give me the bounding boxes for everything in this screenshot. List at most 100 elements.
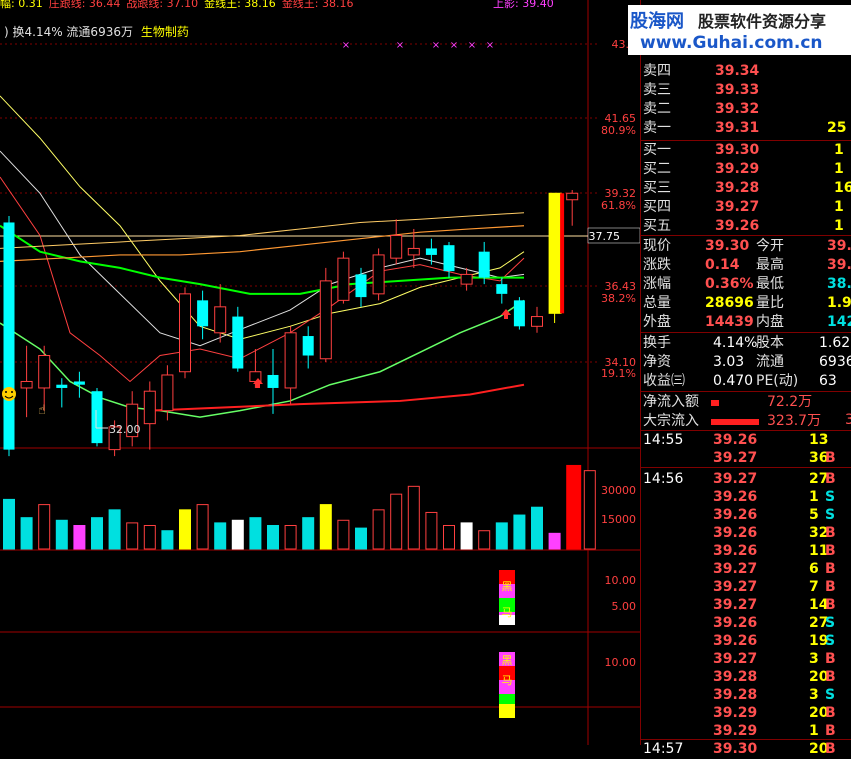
ask-row[interactable]: 卖一 39.31 25: [641, 119, 851, 138]
flow-bar: [711, 400, 719, 406]
tick-row[interactable]: 39.27 36 B: [641, 449, 851, 468]
volume-bar: [566, 464, 582, 550]
tick-row[interactable]: 39.27 6 B: [641, 560, 851, 579]
stat-row[interactable]: 涨幅 0.36%最低 38.9: [641, 275, 851, 294]
tick-row[interactable]: 39.28 3 S: [641, 686, 851, 705]
tick-time: 14:56: [643, 471, 684, 487]
tick-price: 39.27: [713, 651, 758, 667]
stat2-row[interactable]: 换手 4.14% 股本 1.62: [641, 334, 851, 353]
tick-row[interactable]: 14:56 39.27 27 B: [641, 470, 851, 489]
ask-price: 39.33: [715, 82, 760, 98]
stats2-divider: [641, 332, 851, 333]
stat-value: 39.30: [705, 238, 750, 254]
low-price-label: 32.00: [109, 423, 141, 436]
tick-row[interactable]: 39.26 27 S: [641, 614, 851, 633]
ask-price: 39.31: [715, 120, 760, 136]
tick-price: 39.29: [713, 705, 758, 721]
candle-body: [284, 332, 297, 389]
stat-value: 39.1: [827, 238, 851, 254]
tick-row[interactable]: 14:55 39.26 13: [641, 431, 851, 450]
bid-row[interactable]: 买五 39.26 1: [641, 217, 851, 236]
tick-price: 39.26: [713, 633, 758, 649]
candle-body: [337, 257, 350, 301]
stat-label: 外盘: [643, 314, 671, 330]
volume-bar: [3, 498, 15, 550]
flow-tail-value: 3: [845, 412, 851, 428]
volume-bar: [179, 509, 191, 550]
candle-body: [232, 316, 244, 369]
signal-marker: ×: [468, 40, 476, 51]
stock-subline: ) 换4.14% 流通6936万 生物制药: [4, 23, 189, 40]
flow-row[interactable]: 净流入额 72.2万: [641, 393, 851, 412]
ask-row[interactable]: 卖四 39.34: [641, 62, 851, 81]
stat2-row[interactable]: 收益㈢ 0.470 PE(动) 63: [641, 372, 851, 391]
bid-row[interactable]: 买三 39.28 16: [641, 179, 851, 198]
ask-row[interactable]: 卖三 39.33: [641, 81, 851, 100]
tick-row[interactable]: 39.26 11 B: [641, 542, 851, 561]
bid-row[interactable]: 买四 39.27 1: [641, 198, 851, 217]
tick-side: B: [825, 450, 836, 466]
bid-row[interactable]: 买二 39.29 1: [641, 160, 851, 179]
tick-row[interactable]: 39.26 19 S: [641, 632, 851, 651]
volume-bar: [513, 514, 526, 550]
sector-label[interactable]: 生物制药: [141, 25, 189, 39]
bid-label: 买二: [643, 161, 671, 177]
tick-price: 39.26: [713, 615, 758, 631]
ask-row[interactable]: 卖二 39.32: [641, 100, 851, 119]
stat-row[interactable]: 总量 28696 量比 1.9: [641, 294, 851, 313]
tick-volume: 3: [809, 687, 819, 703]
stat-row[interactable]: 外盘 14439内盘 1425: [641, 313, 851, 332]
kline-chart-area[interactable]: 43.9 41.65 80.9% 39.32 61.8% 37.75 36.43 38.2% 3…: [0, 0, 640, 745]
indicator-heima-label-2: 马: [502, 674, 513, 687]
tick-row[interactable]: 14:57 39.30 20 B: [641, 740, 851, 759]
volume-bar: [337, 519, 350, 550]
stat2-value: 63: [819, 373, 837, 389]
candle-body: [91, 391, 103, 444]
watermark-url-box: www.Guhai.com.cn: [628, 33, 851, 55]
candle-body: [143, 390, 156, 425]
candle-body: [513, 300, 525, 327]
stat-row[interactable]: 现价 39.30 今开 39.1: [641, 237, 851, 256]
tick-side: B: [825, 561, 836, 577]
stat2-row[interactable]: 净资 3.03 流通 6936: [641, 353, 851, 372]
indicator-axis-label: 10.00: [605, 656, 637, 669]
tick-row[interactable]: 39.29 20 B: [641, 704, 851, 723]
flow-label: 净流入额: [643, 394, 699, 410]
volume-bar: [73, 525, 86, 550]
ma-line-red: [0, 176, 525, 383]
stat-label: 内盘: [756, 314, 784, 330]
volume-bar: [20, 517, 33, 550]
tick-price: 39.27: [713, 471, 758, 487]
stat-value: 38.9: [827, 276, 851, 292]
tick-row[interactable]: 39.28 20 B: [641, 668, 851, 687]
volume-bar: [355, 527, 367, 550]
volume-axis-label: 15000: [601, 513, 636, 526]
volume-bar: [531, 506, 543, 550]
ask-label: 卖三: [643, 82, 671, 98]
tick-row[interactable]: 39.27 3 B: [641, 650, 851, 669]
stat2-label: 净资: [643, 354, 671, 370]
tick-row[interactable]: 39.26 32 B: [641, 524, 851, 543]
volume-bar: [407, 485, 420, 550]
stat2-value: 3.03: [713, 354, 745, 370]
price-axis-label: 37.75: [589, 230, 621, 243]
bid-row[interactable]: 买一 39.30 1: [641, 141, 851, 160]
stat-label: 最高: [756, 257, 784, 273]
volume-bar: [231, 519, 244, 550]
tick-side: S: [825, 633, 836, 649]
stat-row[interactable]: 涨跌 0.14 最高 39.4: [641, 256, 851, 275]
header-indicator-0: 幅: 0.31: [0, 0, 43, 10]
tick-row[interactable]: 39.27 14 B: [641, 596, 851, 615]
stat-value: 0.36%: [705, 276, 754, 292]
tick-row[interactable]: 39.26 1 S: [641, 488, 851, 507]
tick-row[interactable]: 39.27 7 B: [641, 578, 851, 597]
kline-chart-svg[interactable]: 43.941.6580.9%39.3261.8%37.7536.4338.2%3…: [0, 0, 640, 745]
tick-side: B: [825, 597, 836, 613]
candle-body: [319, 280, 332, 360]
tick-row[interactable]: 39.26 5 S: [641, 506, 851, 525]
stat2-value: 4.14%: [713, 335, 758, 351]
stat2-label: 流通: [756, 354, 784, 370]
bid-label: 买一: [643, 142, 671, 158]
watermark-site-name: 股海网: [630, 11, 684, 32]
bid-volume: 1: [834, 218, 844, 234]
